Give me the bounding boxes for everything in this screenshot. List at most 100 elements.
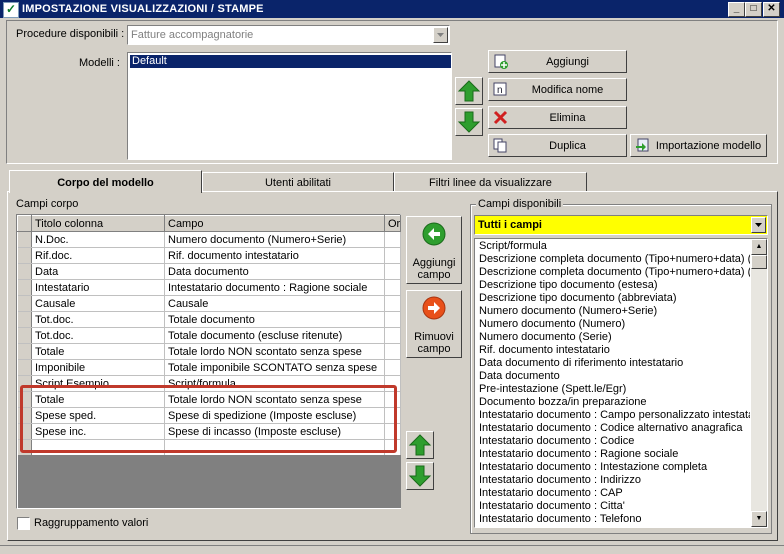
list-item[interactable]: Rif. documento intestatario (476, 344, 750, 357)
delete-model-button[interactable]: Elimina (488, 106, 627, 129)
cell-campo[interactable]: Spese di spedizione (Imposte escluse) (164, 407, 385, 424)
cell-campo[interactable]: Totale imponibile SCONTATO senza spese (164, 359, 385, 376)
rename-model-button[interactable]: n Modifica nome (488, 78, 627, 101)
tab-filtri-linee[interactable]: Filtri linee da visualizzare (394, 172, 587, 192)
list-item[interactable]: Documento bozza/in preparazione (476, 396, 750, 409)
duplicate-model-button[interactable]: Duplica (488, 134, 627, 157)
list-item[interactable]: Intestatario documento : Ragione sociale (476, 448, 750, 461)
cell-titolo[interactable]: Intestatario (31, 279, 165, 296)
cell-titolo[interactable]: N.Doc. (31, 231, 165, 248)
cell-campo[interactable]: Intestatario documento : Ragione sociale (164, 279, 385, 296)
chevron-down-icon[interactable] (751, 217, 766, 233)
model-move-up-button[interactable] (455, 77, 483, 105)
add-field-button[interactable]: Aggiungi campo (406, 216, 462, 284)
model-item-default[interactable]: Default (130, 55, 451, 68)
minimize-button[interactable]: _ (728, 2, 745, 17)
remove-field-button[interactable]: Rimuovi campo (406, 290, 462, 358)
table-row[interactable]: Rif.doc. Rif. documento intestatario (17, 247, 401, 264)
list-item[interactable]: Descrizione tipo documento (estesa) (476, 279, 750, 292)
cell-campo[interactable]: Totale lordo NON scontato senza spese (164, 343, 385, 360)
table-row[interactable]: N.Doc. Numero documento (Numero+Serie) (17, 231, 401, 248)
list-item[interactable]: Numero documento (Serie) (476, 331, 750, 344)
list-item[interactable]: Data documento (476, 370, 750, 383)
tab-corpo-del-modello[interactable]: Corpo del modello (9, 170, 202, 193)
table-row[interactable]: Totale Totale lordo NON scontato senza sp… (17, 343, 401, 360)
table-row[interactable]: Imponibile Totale imponibile SCONTATO sen… (17, 359, 401, 376)
add-model-button[interactable]: Aggiungi (488, 50, 627, 73)
cell-campo[interactable]: Totale lordo NON scontato senza spese (164, 391, 385, 408)
model-move-down-button[interactable] (455, 108, 483, 136)
cell-titolo[interactable]: Rif.doc. (31, 247, 165, 264)
add-field-label-2: campo (417, 269, 451, 281)
list-item[interactable]: Descrizione completa documento (Tipo+num… (476, 266, 750, 279)
cell-campo[interactable]: Spese di incasso (Imposte escluse) (164, 423, 385, 440)
field-move-up-button[interactable] (406, 431, 434, 459)
list-item[interactable]: Numero documento (Numero+Serie) (476, 305, 750, 318)
scroll-down-icon[interactable]: ▼ (751, 511, 767, 527)
cell-titolo[interactable]: Tot.doc. (31, 311, 165, 328)
cell-titolo[interactable]: Totale (31, 343, 165, 360)
remove-field-label-2: campo (417, 343, 451, 355)
maximize-button[interactable]: □ (745, 2, 762, 17)
cell-campo[interactable]: Script/formula (164, 375, 385, 392)
table-row[interactable]: Causale Causale (17, 295, 401, 312)
cell-campo[interactable]: Rif. documento intestatario (164, 247, 385, 264)
cell-campo[interactable]: Causale (164, 295, 385, 312)
field-move-down-button[interactable] (406, 462, 434, 490)
cell-titolo[interactable]: Imponibile (31, 359, 165, 376)
cell-titolo[interactable]: Causale (31, 295, 165, 312)
procedure-select[interactable]: Fatture accompagnatorie (127, 25, 450, 45)
models-list[interactable]: Default (127, 52, 452, 160)
cell-titolo[interactable]: Spese sped. (31, 407, 165, 424)
list-item[interactable]: Intestatario documento : Indirizzo (476, 474, 750, 487)
table-row[interactable]: Tot.doc. Totale documento (escluse ritenu… (17, 327, 401, 344)
cell-titolo[interactable]: Script Esempio (31, 375, 165, 392)
list-item[interactable]: Intestatario documento : Codice alternat… (476, 422, 750, 435)
cell-campo[interactable]: Data documento (164, 263, 385, 280)
list-item[interactable]: Intestatario documento : Codice (476, 435, 750, 448)
cell-titolo[interactable]: Spese inc. (31, 423, 165, 440)
table-row[interactable]: Spese inc. Spese di incasso (Imposte escl… (17, 423, 401, 440)
cell-titolo[interactable]: Totale (31, 391, 165, 408)
list-item[interactable]: Script/formula (476, 240, 750, 253)
table-row[interactable]: Spese sped. Spese di spedizione (Imposte … (17, 407, 401, 424)
chevron-down-icon[interactable] (433, 27, 448, 43)
table-row[interactable]: Data Data documento (17, 263, 401, 280)
arrow-right-icon (422, 296, 446, 320)
column-header-titolo[interactable]: Titolo colonna (31, 215, 165, 232)
table-row[interactable]: Script Esempio Script/formula (17, 375, 401, 392)
list-item[interactable]: Intestatario documento : Intestazione co… (476, 461, 750, 474)
table-row[interactable]: Totale Totale lordo NON scontato senza sp… (17, 391, 401, 408)
import-model-button[interactable]: Importazione modello (630, 134, 767, 157)
list-item[interactable]: Descrizione completa documento (Tipo+num… (476, 253, 750, 266)
campi-corpo-grid[interactable]: Titolo colonna Campo Ord N.Doc.Numero do… (16, 214, 401, 509)
close-button[interactable]: ✕ (763, 2, 780, 17)
list-item[interactable]: Descrizione tipo documento (abbreviata) (476, 292, 750, 305)
campi-disponibili-list[interactable]: Script/formula Descrizione completa docu… (474, 238, 768, 528)
raggruppamento-checkbox[interactable] (17, 517, 30, 530)
list-scrollbar[interactable]: ▲ ▼ (751, 239, 767, 527)
list-item[interactable]: Data documento di riferimento intestatar… (476, 357, 750, 370)
list-item[interactable]: Intestatario documento : Citta' (476, 500, 750, 513)
cell-titolo[interactable]: Data (31, 263, 165, 280)
list-item[interactable]: Intestatario documento : Telefono (476, 513, 750, 526)
list-item[interactable]: Pre-intestazione (Spett.le/Egr) (476, 383, 750, 396)
tab-utenti-abilitati[interactable]: Utenti abilitati (202, 172, 394, 192)
list-item[interactable]: Intestatario documento : Campo personali… (476, 409, 750, 422)
column-header-ord[interactable]: Ord (384, 215, 401, 232)
window-title: IMPOSTAZIONE VISUALIZZAZIONI / STAMPE (22, 3, 264, 15)
cell-titolo[interactable]: Tot.doc. (31, 327, 165, 344)
scroll-up-icon[interactable]: ▲ (751, 239, 767, 255)
campi-filter-select[interactable]: Tutti i campi (474, 215, 768, 235)
list-item[interactable]: Numero documento (Numero) (476, 318, 750, 331)
table-row[interactable]: Intestatario Intestatario documento : Rag… (17, 279, 401, 296)
table-row-empty[interactable] (17, 439, 401, 456)
cell-campo[interactable]: Totale documento (escluse ritenute) (164, 327, 385, 344)
cell-campo[interactable]: Totale documento (164, 311, 385, 328)
cell-campo[interactable]: Numero documento (Numero+Serie) (164, 231, 385, 248)
title-bar[interactable]: ✓ IMPOSTAZIONE VISUALIZZAZIONI / STAMPE … (0, 0, 784, 18)
scroll-thumb[interactable] (751, 255, 767, 269)
table-row[interactable]: Tot.doc. Totale documento (17, 311, 401, 328)
column-header-campo[interactable]: Campo (164, 215, 385, 232)
list-item[interactable]: Intestatario documento : CAP (476, 487, 750, 500)
